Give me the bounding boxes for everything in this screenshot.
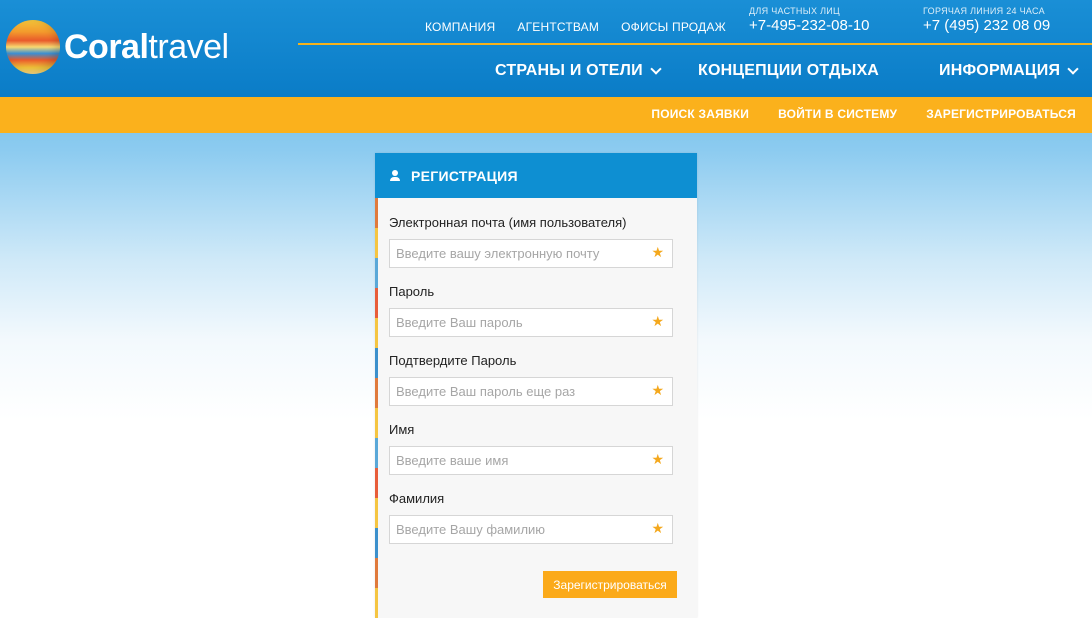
mainnav-information-label: ИНФОРМАЦИЯ	[939, 62, 1061, 79]
main-nav: СТРАНЫ И ОТЕЛИ КОНЦЕПЦИИ ОТДЫХА ИНФОРМАЦ…	[0, 62, 1092, 82]
mainnav-countries-hotels[interactable]: СТРАНЫ И ОТЕЛИ	[495, 62, 662, 80]
login-link[interactable]: ВОЙТИ В СИСТЕМУ	[778, 107, 897, 121]
chevron-down-icon	[1067, 63, 1079, 75]
topnav-sales-offices[interactable]: ОФИСЫ ПРОДАЖ	[621, 20, 726, 34]
brand-name-bold: Coral	[64, 27, 149, 66]
first-name-field-group: Имя ★	[389, 422, 673, 475]
confirm-password-field-group: Подтвердите Пароль ★	[389, 353, 673, 406]
password-input[interactable]	[390, 309, 672, 336]
header-divider	[298, 43, 1092, 45]
registration-title: РЕГИСТРАЦИЯ	[411, 167, 518, 184]
required-star-icon: ★	[651, 383, 664, 399]
phone-private: ДЛЯ ЧАСТНЫХ ЛИЦ +7-495-232-08-10	[749, 6, 870, 34]
mainnav-concepts[interactable]: КОНЦЕПЦИИ ОТДЫХА	[698, 62, 879, 80]
mainnav-information[interactable]: ИНФОРМАЦИЯ	[939, 62, 1079, 80]
last-name-field-group: Фамилия ★	[389, 491, 673, 544]
required-star-icon: ★	[651, 452, 664, 468]
email-field-group: Электронная почта (имя пользователя) ★	[389, 215, 673, 268]
phone-hotline: ГОРЯЧАЯ ЛИНИЯ 24 ЧАСА +7 (495) 232 08 09	[923, 6, 1050, 34]
password-input-wrap: ★	[389, 308, 673, 337]
topnav-company[interactable]: КОМПАНИЯ	[425, 20, 495, 34]
confirm-password-label: Подтвердите Пароль	[389, 353, 517, 368]
last-name-input-wrap: ★	[389, 515, 673, 544]
last-name-label: Фамилия	[389, 491, 445, 506]
search-request-link[interactable]: ПОИСК ЗАЯВКИ	[651, 107, 749, 121]
password-label: Пароль	[389, 284, 435, 299]
register-button[interactable]: Зарегистрироваться	[543, 571, 677, 598]
email-input[interactable]	[390, 240, 672, 267]
user-icon	[390, 170, 400, 181]
decorative-stripe	[375, 198, 378, 618]
registration-header: РЕГИСТРАЦИЯ	[375, 153, 697, 198]
site-header: Coraltravel КОМПАНИЯ АГЕНТСТВАМ ОФИСЫ ПР…	[0, 0, 1092, 97]
mainnav-countries-hotels-label: СТРАНЫ И ОТЕЛИ	[495, 62, 643, 79]
chevron-down-icon	[650, 63, 662, 75]
phone-private-number[interactable]: +7-495-232-08-10	[749, 17, 870, 34]
first-name-input-wrap: ★	[389, 446, 673, 475]
brand-name-light: travel	[148, 27, 229, 66]
first-name-input[interactable]	[390, 447, 672, 474]
last-name-input[interactable]	[390, 516, 672, 543]
brand-name: Coraltravel	[64, 28, 229, 67]
confirm-password-input-wrap: ★	[389, 377, 673, 406]
required-star-icon: ★	[651, 245, 664, 261]
account-bar: ПОИСК ЗАЯВКИ ВОЙТИ В СИСТЕМУ ЗАРЕГИСТРИР…	[0, 97, 1092, 133]
first-name-label: Имя	[389, 422, 415, 437]
required-star-icon: ★	[651, 521, 664, 537]
account-links: ПОИСК ЗАЯВКИ ВОЙТИ В СИСТЕМУ ЗАРЕГИСТРИР…	[651, 107, 1076, 121]
topnav-agencies[interactable]: АГЕНТСТВАМ	[517, 20, 599, 34]
email-label: Электронная почта (имя пользователя)	[389, 215, 627, 230]
register-link[interactable]: ЗАРЕГИСТРИРОВАТЬСЯ	[926, 107, 1076, 121]
required-star-icon: ★	[651, 314, 664, 330]
top-nav: КОМПАНИЯ АГЕНТСТВАМ ОФИСЫ ПРОДАЖ	[425, 20, 726, 34]
mainnav-concepts-label: КОНЦЕПЦИИ ОТДЫХА	[698, 62, 880, 79]
phone-hotline-number[interactable]: +7 (495) 232 08 09	[923, 17, 1050, 34]
email-input-wrap: ★	[389, 239, 673, 268]
registration-panel: РЕГИСТРАЦИЯ Электронная почта (имя польз…	[375, 153, 697, 618]
phone-hotline-label: ГОРЯЧАЯ ЛИНИЯ 24 ЧАСА	[923, 6, 1045, 16]
confirm-password-input[interactable]	[390, 378, 672, 405]
phone-private-label: ДЛЯ ЧАСТНЫХ ЛИЦ	[749, 6, 841, 16]
password-field-group: Пароль ★	[389, 284, 673, 337]
